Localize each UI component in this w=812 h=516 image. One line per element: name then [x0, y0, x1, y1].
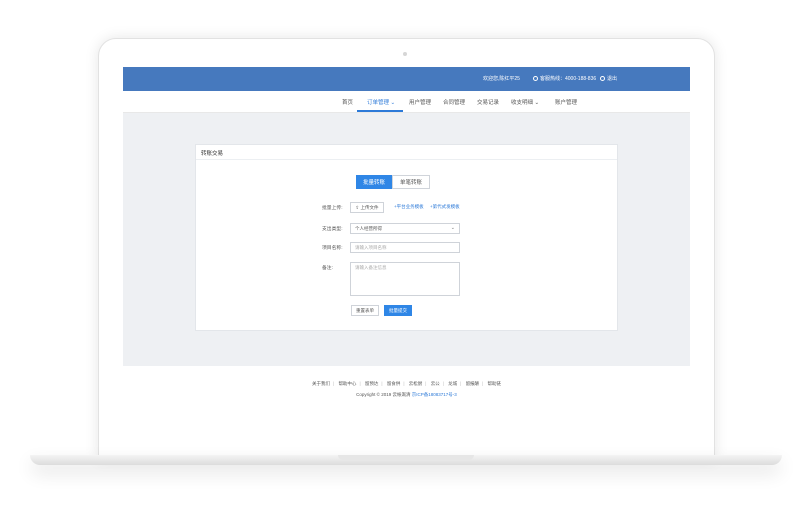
platform-template-link[interactable]: +平台业务模板	[394, 204, 424, 210]
hotline: 客服热线：4000-188-836	[533, 75, 596, 82]
upload-file-button[interactable]: ⇪ 上传文件	[350, 202, 384, 213]
nav-item-transactions[interactable]: 交易记录	[477, 98, 499, 106]
footer-link[interactable]: 留报酬	[466, 381, 480, 386]
icp-link[interactable]: 京ICP备18083717号-3	[412, 392, 457, 397]
footer-link[interactable]: 帮助中心	[338, 381, 356, 386]
footer-link[interactable]: 留食供	[387, 381, 401, 386]
project-name-input[interactable]: 请输入项目名称	[350, 242, 460, 253]
divider: |	[425, 381, 427, 386]
main-content: 转账交易 批量转账 单笔转账 批量上传: ⇪ 上传文件 +平台业务模板 +第代式…	[123, 113, 690, 366]
card-title: 转账交易	[201, 151, 224, 157]
camera-dot	[403, 52, 407, 56]
divider: |	[359, 381, 361, 386]
chevron-down-icon: ⌄	[534, 100, 540, 106]
nav-item-orders-label: 订单管理	[367, 100, 390, 106]
main-nav: 首页 订单管理 ⌄ 用户管理 合同管理 交易记录 收支明细 ⌄ 账户管理	[123, 91, 690, 113]
batch-submit-button[interactable]: 批量提交	[384, 305, 412, 316]
footer-link[interactable]: 云松厨	[409, 381, 423, 386]
laptop-notch	[338, 455, 474, 460]
chevron-down-icon: ⌄	[450, 225, 455, 231]
type-label: 支出类型:	[322, 227, 343, 232]
footer-link[interactable]: 关于我们	[312, 381, 330, 386]
footer-link[interactable]: 龙城	[448, 381, 457, 386]
upload-label: 批量上传:	[322, 206, 343, 211]
active-tab-indicator	[357, 110, 403, 112]
top-bar: 欢迎您,陈红平25 客服热线：4000-188-836 退出	[123, 67, 690, 91]
footer-link[interactable]: 云公	[431, 381, 440, 386]
divider: |	[403, 381, 405, 386]
hotline-text: 客服热线：4000-188-836	[540, 76, 597, 82]
nav-item-statements[interactable]: 收支明细 ⌄	[511, 98, 539, 106]
upload-button-label: 上传文件	[360, 205, 379, 210]
expense-type-value: 个人经营所得	[355, 226, 382, 231]
divider: |	[442, 381, 444, 386]
chevron-down-icon: ⌄	[390, 100, 396, 106]
phone-icon	[533, 76, 538, 82]
welcome-text: 欢迎您,陈红平25	[483, 76, 520, 82]
transfer-card: 转账交易 批量转账 单笔转账 批量上传: ⇪ 上传文件 +平台业务模板 +第代式…	[195, 144, 618, 331]
divider: |	[381, 381, 383, 386]
expense-type-select[interactable]: 个人经营所得 ⌄	[350, 223, 460, 234]
divider: |	[482, 381, 484, 386]
footer-links: 关于我们 | 帮助中心 | 留预达 | 留食供 | 云松厨 | 云公 | 龙城 | 留报酬 | …	[123, 381, 690, 387]
nav-item-orders[interactable]: 订单管理 ⌄	[367, 98, 395, 106]
divider: |	[333, 381, 335, 386]
copyright: Copyright © 2019 云帐溉清 京ICP备18083717号-3	[123, 392, 690, 398]
reset-form-button[interactable]: 重置表单	[351, 305, 379, 316]
copyright-text: Copyright © 2019 云帐溉清	[356, 392, 411, 397]
logout-text: 退出	[607, 76, 618, 82]
footer-link[interactable]: 帮助链	[488, 381, 502, 386]
remark-textarea[interactable]: 请输入备注信息	[350, 262, 460, 296]
divider: |	[460, 381, 462, 386]
nav-item-contracts[interactable]: 合同管理	[443, 98, 465, 106]
proxy-template-link[interactable]: +第代式发模板	[430, 204, 460, 210]
logout-link[interactable]: 退出	[600, 75, 617, 82]
nav-item-statements-label: 收支明细	[511, 100, 534, 106]
project-name-label: 项目名称:	[322, 246, 343, 251]
divider	[196, 159, 617, 160]
nav-item-home[interactable]: 首页	[342, 98, 353, 106]
remark-label: 备注:	[322, 266, 333, 271]
tab-single-transfer[interactable]: 单笔转账	[392, 175, 430, 189]
nav-item-account[interactable]: 账户管理	[555, 98, 577, 106]
screen: 欢迎您,陈红平25 客服热线：4000-188-836 退出 首页 订单管理 ⌄…	[123, 67, 690, 445]
footer-link[interactable]: 留预达	[365, 381, 379, 386]
tab-batch-transfer[interactable]: 批量转账	[356, 175, 392, 189]
nav-item-users[interactable]: 用户管理	[409, 98, 431, 106]
power-icon	[600, 76, 605, 82]
